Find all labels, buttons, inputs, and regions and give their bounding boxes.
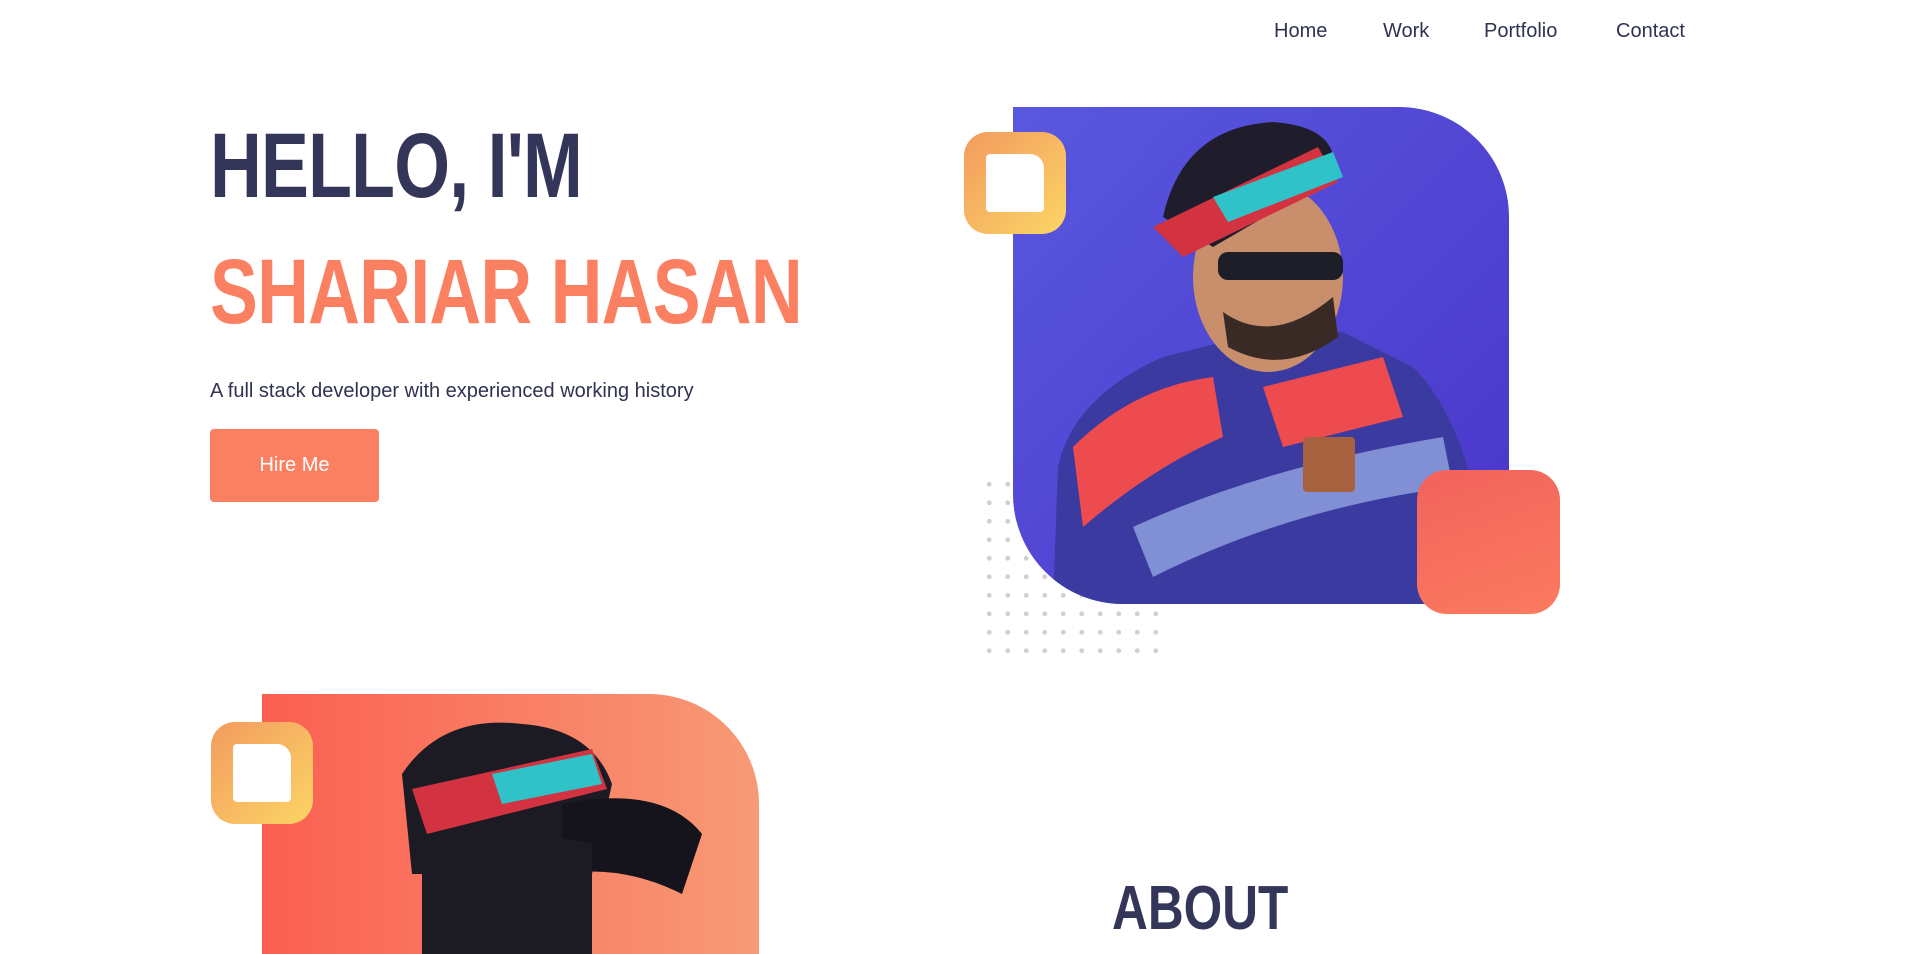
hero-greeting: HELLO, I'M [210, 115, 583, 217]
frame-hole [233, 744, 291, 802]
nav-work[interactable]: Work [1383, 20, 1429, 43]
about-heading: ABOUT [1112, 874, 1289, 943]
hire-me-button[interactable]: Hire Me [210, 429, 379, 502]
top-nav: Home Work Portfolio Contact [0, 20, 1920, 44]
person-photo-placeholder [402, 722, 702, 954]
coral-square-decoration [1417, 470, 1560, 614]
frame-hole [986, 154, 1044, 212]
hero-subtitle: A full stack developer with experienced … [210, 380, 694, 402]
nav-portfolio[interactable]: Portfolio [1484, 20, 1557, 43]
hero-name: SHARIAR HASAN [210, 241, 803, 343]
about-portrait [262, 694, 759, 954]
corner-frame-decoration [211, 722, 313, 824]
corner-frame-decoration [964, 132, 1066, 234]
nav-contact[interactable]: Contact [1616, 20, 1685, 43]
nav-home[interactable]: Home [1274, 20, 1327, 43]
